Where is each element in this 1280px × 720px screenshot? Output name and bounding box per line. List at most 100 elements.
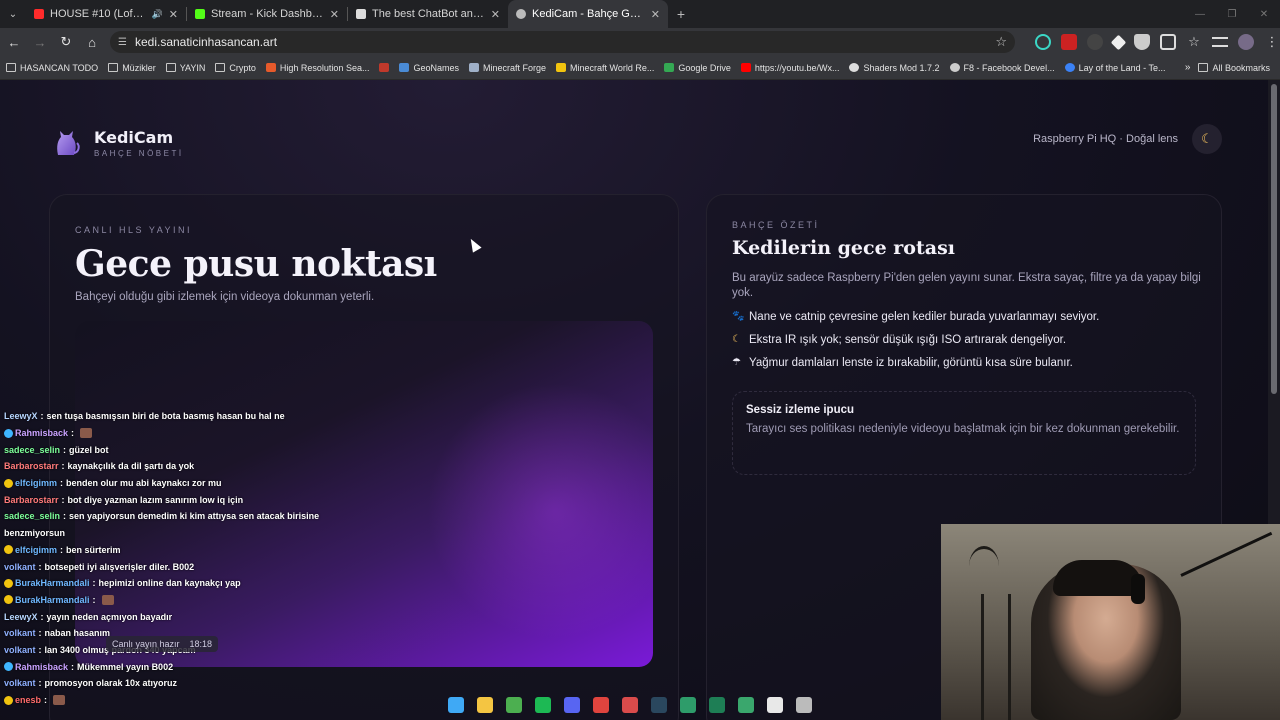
chat-badge-icon [4, 662, 13, 672]
back-arrow-icon[interactable]: ← [2, 30, 26, 54]
chat-username[interactable]: Rahmisback [15, 428, 68, 438]
steam-icon[interactable] [651, 697, 667, 713]
home-icon[interactable]: ⌂ [80, 30, 104, 54]
chat-username[interactable]: Barbarostarr [4, 461, 59, 471]
chat-username[interactable]: Barbarostarr [4, 495, 59, 505]
chat-username[interactable]: LeewyX [4, 612, 38, 622]
chat-username[interactable]: volkant [4, 628, 36, 638]
maximize-icon[interactable]: ❐ [1216, 0, 1248, 28]
extension-icon[interactable] [1110, 34, 1127, 50]
tab-title: Stream - Kick Dashboard [211, 8, 324, 20]
bookmark-folder[interactable]: YAYIN [165, 63, 205, 73]
menu-dots-icon[interactable]: ⋮ [1264, 34, 1280, 50]
app-stripe-icon[interactable] [622, 697, 638, 713]
bookmark-star-icon[interactable]: ☆ [995, 34, 1007, 50]
bookmarks-star-icon[interactable]: ☆ [1186, 34, 1202, 50]
reload-icon[interactable]: ↻ [54, 30, 78, 54]
bookmark-label: Minecraft Forge [483, 62, 547, 73]
chat-username[interactable]: LeewyX [4, 411, 38, 421]
bookmark-label: High Resolution Sea... [279, 62, 370, 73]
chrome-icon[interactable] [506, 697, 522, 713]
chat-username[interactable]: elfcigimm [15, 478, 57, 488]
bookmark-folder[interactable]: Müzikler [108, 63, 156, 73]
bookmark-link[interactable]: Lay of the Land - Te... [1064, 63, 1165, 73]
brand-logo[interactable]: KediCam BAHÇE NÖBETİ [52, 128, 184, 158]
media-control-icon[interactable] [1212, 37, 1228, 47]
extension-icon[interactable] [1035, 34, 1051, 50]
stream-chat-overlay: LeewyX: sen tuşa basmışsın biri de bota b… [0, 408, 340, 720]
bookmark-link[interactable]: GeoNames [399, 63, 459, 73]
chat-text: kaynakçılık da dil şartı da yok [67, 461, 195, 472]
app-arrow-icon[interactable] [709, 697, 725, 713]
bookmark-link[interactable]: Minecraft Forge [469, 63, 546, 73]
windows-start-icon[interactable] [448, 697, 464, 713]
stream-description: Bahçeyi olduğu gibi izlemek için videoya… [75, 291, 375, 303]
obs-icon[interactable] [796, 697, 812, 713]
close-window-icon[interactable]: ✕ [1248, 0, 1280, 28]
chat-username[interactable]: volkant [4, 645, 36, 655]
google-drive-icon [664, 63, 675, 72]
spotify-icon[interactable] [535, 697, 551, 713]
bookmark-link[interactable]: Minecraft World Re... [556, 63, 654, 73]
profile-avatar[interactable] [1238, 34, 1254, 50]
site-favicon-icon [399, 63, 410, 72]
section-eyebrow: BAHÇE ÖZETİ [732, 220, 820, 230]
close-tab-icon[interactable]: ✕ [330, 8, 339, 21]
minimize-icon[interactable]: — [1184, 0, 1216, 28]
file-explorer-icon[interactable] [477, 697, 493, 713]
bookmark-link[interactable] [379, 63, 390, 72]
app-green-icon[interactable] [680, 697, 696, 713]
bookmark-folder[interactable]: HASANCAN TODO [6, 63, 98, 73]
all-bookmarks-folder[interactable]: All Bookmarks [1198, 63, 1270, 73]
bookmark-link[interactable]: High Resolution Sea... [265, 62, 370, 73]
section-eyebrow: CANLI HLS YAYINI [75, 225, 193, 235]
new-tab-button[interactable]: + [668, 6, 694, 22]
bookmark-link[interactable]: https://youtu.be/Wx... [740, 63, 839, 73]
chat-username[interactable]: sadece_selin [4, 445, 60, 455]
chat-username[interactable]: Rahmisback [15, 662, 68, 672]
list-item: 🐾 Nane ve catnip çevresine gelen kediler … [732, 311, 1212, 323]
bookmark-folder[interactable]: Crypto [215, 63, 256, 73]
chat-text: güzel bot [69, 444, 109, 455]
app-photo-icon[interactable] [738, 697, 754, 713]
tab-search-icon[interactable]: ⌄ [0, 0, 26, 28]
chat-separator: : [63, 444, 67, 455]
browser-tab[interactable]: HOUSE #10 (Lofi Deep Hou… 🔊 ✕ [26, 0, 186, 28]
browser-tab[interactable]: The best ChatBot and Widgets ✕ [348, 0, 508, 28]
close-tab-icon[interactable]: ✕ [491, 8, 500, 21]
scrollbar-thumb[interactable] [1271, 84, 1277, 394]
address-bar[interactable]: ☰ kedi.sanaticinhasancan.art ☆ [110, 31, 1015, 53]
extension-icon[interactable] [1087, 34, 1103, 50]
chat-username[interactable]: volkant [4, 678, 36, 688]
discord-icon[interactable] [564, 697, 580, 713]
app-red-icon[interactable] [593, 697, 609, 713]
theme-toggle-button[interactable]: ☾ [1192, 124, 1222, 154]
browser-tab-active[interactable]: KediCam - Bahçe Gözetimi ✕ [508, 0, 668, 28]
bookmark-link[interactable]: F8 - Facebook Devel... [949, 63, 1055, 73]
browser-tab[interactable]: Stream - Kick Dashboard ✕ [187, 0, 347, 28]
tip-box: Sessiz izleme ipucu Tarayıcı ses politik… [732, 391, 1196, 475]
chat-username[interactable]: BurakHarmandali [15, 578, 90, 588]
chat-username[interactable]: BurakHarmandali [15, 595, 90, 605]
paw-icon: 🐾 [732, 311, 745, 322]
extension-icon[interactable] [1061, 34, 1077, 50]
close-tab-icon[interactable]: ✕ [169, 8, 178, 21]
more-bookmarks-chevron-icon[interactable]: » [1185, 62, 1191, 73]
chat-message: volkant: botsepeti iyi alışverişler diler… [0, 558, 340, 575]
chat-username[interactable]: elfcigimm [15, 545, 57, 555]
forward-arrow-icon[interactable]: → [28, 30, 52, 54]
shield-icon[interactable] [1134, 34, 1150, 50]
chat-message: benzmiyorsun [0, 525, 340, 542]
close-tab-icon[interactable]: ✕ [651, 8, 660, 21]
site-favicon-icon [849, 63, 860, 72]
bookmark-link[interactable]: Google Drive [664, 63, 731, 73]
chat-message: Barbarostarr: kaynakçılık da dil şartı da… [0, 458, 340, 475]
folder-icon [1198, 63, 1209, 72]
puzzle-icon[interactable] [1160, 34, 1176, 50]
chat-username[interactable]: sadece_selin [4, 511, 60, 521]
app-epic-icon[interactable] [767, 697, 783, 713]
chat-username[interactable]: volkant [4, 562, 36, 572]
bookmark-link[interactable]: Shaders Mod 1.7.2 [849, 63, 940, 73]
chat-username[interactable]: enesb [15, 695, 41, 705]
site-info-icon[interactable]: ☰ [118, 37, 127, 48]
